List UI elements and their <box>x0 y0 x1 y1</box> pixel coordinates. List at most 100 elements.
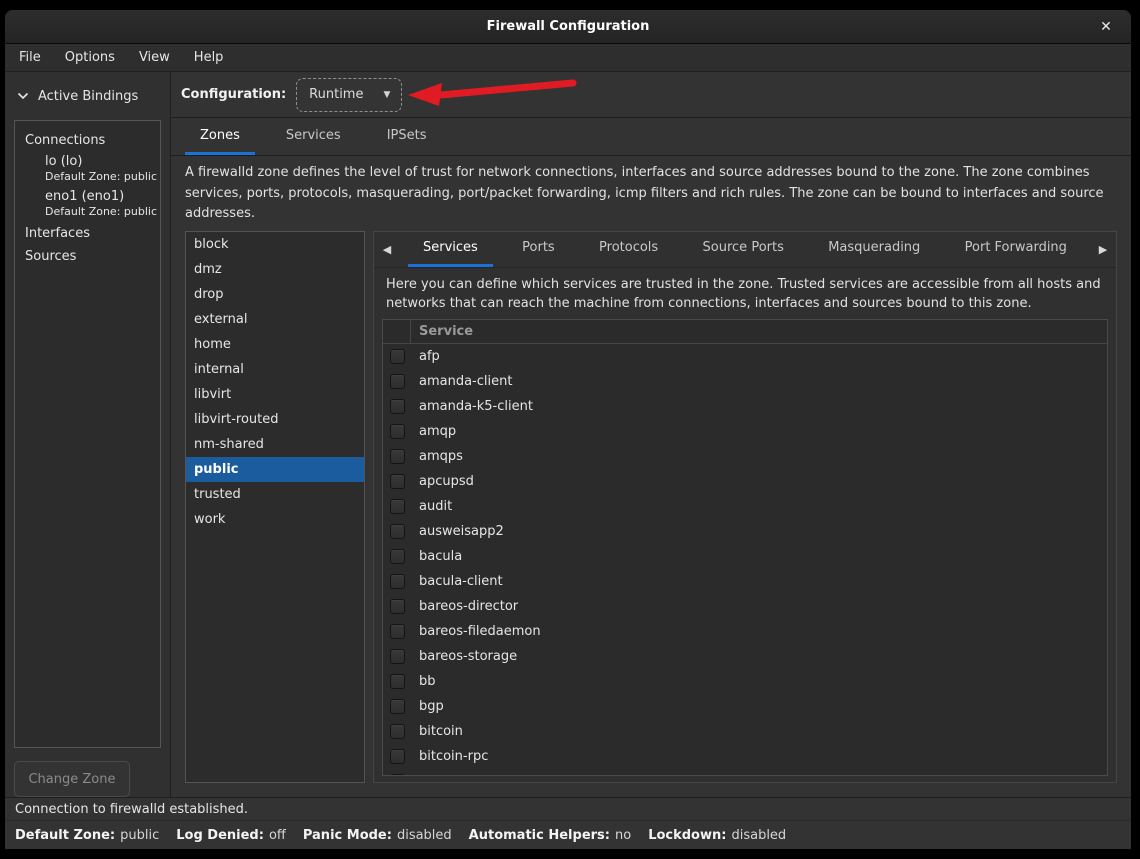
active-bindings-header[interactable]: Active Bindings <box>5 72 170 120</box>
menu-item[interactable]: View <box>127 44 182 71</box>
service-checkbox[interactable] <box>390 599 405 614</box>
status-value: public <box>120 828 159 843</box>
service-row[interactable]: afp <box>383 344 1107 369</box>
service-name: amqp <box>419 424 456 439</box>
zone-row[interactable]: libvirt-routed <box>186 407 364 432</box>
zone-row[interactable]: external <box>186 307 364 332</box>
service-row[interactable]: bareos-filedaemon <box>383 619 1107 644</box>
tab-scroll-left-icon[interactable]: ◀ <box>374 232 400 267</box>
configuration-row: Configuration: Runtime ▼ <box>171 72 1131 118</box>
zone-row[interactable]: block <box>186 232 364 257</box>
window-title: Firewall Configuration <box>487 19 650 34</box>
zones-content: blockdmzdropexternalhomeinternallibvirtl… <box>171 231 1131 797</box>
service-checkbox[interactable] <box>390 549 405 564</box>
status-pair: Default Zone: public <box>15 828 159 843</box>
zone-row[interactable]: internal <box>186 357 364 382</box>
service-checkbox[interactable] <box>390 524 405 539</box>
service-row[interactable]: bgp <box>383 694 1107 719</box>
service-checkbox[interactable] <box>390 399 405 414</box>
zone-detail-tab[interactable]: Masquerading <box>813 232 935 267</box>
status-message-bar: Connection to firewalld established. <box>5 797 1131 820</box>
service-row[interactable]: bb <box>383 669 1107 694</box>
red-arrow-annotation <box>401 72 581 118</box>
service-row[interactable]: bitcoin-rpc <box>383 744 1107 769</box>
service-checkbox[interactable] <box>390 649 405 664</box>
zone-detail-tab[interactable]: Ports <box>507 232 570 267</box>
zone-description: A firewalld zone defines the level of tr… <box>171 156 1131 231</box>
service-checkbox[interactable] <box>390 349 405 364</box>
service-row[interactable]: apcupsd <box>383 469 1107 494</box>
menu-item[interactable]: Help <box>182 44 236 71</box>
tree-item-sources[interactable]: Sources <box>15 245 160 268</box>
service-name: bareos-director <box>419 599 518 614</box>
service-checkbox[interactable] <box>390 724 405 739</box>
zone-row[interactable]: trusted <box>186 482 364 507</box>
service-name: amqps <box>419 449 463 464</box>
service-checkbox[interactable] <box>390 674 405 689</box>
zone-row[interactable]: nm-shared <box>186 432 364 457</box>
service-checkbox[interactable] <box>390 774 405 776</box>
close-icon[interactable]: ✕ <box>1097 18 1115 36</box>
service-row[interactable]: amanda-k5-client <box>383 394 1107 419</box>
connection-item[interactable]: lo (lo) Default Zone: public <box>15 152 160 187</box>
service-name: amanda-client <box>419 374 512 389</box>
service-row[interactable]: amanda-client <box>383 369 1107 394</box>
zone-row[interactable]: libvirt <box>186 382 364 407</box>
service-row[interactable]: bacula <box>383 544 1107 569</box>
main-tab[interactable]: Services <box>271 118 356 155</box>
service-checkbox[interactable] <box>390 374 405 389</box>
configuration-dropdown[interactable]: Runtime ▼ <box>296 78 402 112</box>
service-checkbox[interactable] <box>390 474 405 489</box>
service-row[interactable]: bitcoin <box>383 719 1107 744</box>
zone-row[interactable]: home <box>186 332 364 357</box>
dropdown-caret-icon: ▼ <box>383 90 390 100</box>
connection-item[interactable]: eno1 (eno1) Default Zone: public <box>15 187 160 222</box>
zone-detail-tab[interactable]: Port Forwarding <box>950 232 1082 267</box>
status-label: Log Denied: <box>176 828 264 843</box>
tab-scroll-right-icon[interactable]: ▶ <box>1090 232 1116 267</box>
service-checkbox[interactable] <box>390 499 405 514</box>
zone-detail-tab[interactable]: Protocols <box>584 232 673 267</box>
menu-item[interactable]: File <box>7 44 53 71</box>
menu-item[interactable]: Options <box>53 44 127 71</box>
zone-row[interactable]: dmz <box>186 257 364 282</box>
service-row[interactable]: ausweisapp2 <box>383 519 1107 544</box>
service-row[interactable]: amqps <box>383 444 1107 469</box>
service-row[interactable]: bareos-director <box>383 594 1107 619</box>
tree-item-connections[interactable]: Connections <box>15 129 160 152</box>
connection-name: lo (lo) <box>45 154 160 169</box>
service-table-header: Service <box>383 320 1107 344</box>
zone-detail-tab[interactable]: Services <box>408 232 493 267</box>
status-label: Lockdown: <box>648 828 726 843</box>
zone-detail-tabbar: ◀ Services Ports Protocols Source Ports Masq… <box>374 232 1116 268</box>
service-checkbox[interactable] <box>390 699 405 714</box>
service-row[interactable]: audit <box>383 494 1107 519</box>
service-row[interactable]: bareos-storage <box>383 644 1107 669</box>
zone-detail-panel: ◀ Services Ports Protocols Source Ports Masq… <box>373 231 1117 783</box>
change-zone-button[interactable]: Change Zone <box>14 761 130 797</box>
configuration-value: Runtime <box>309 87 363 102</box>
zone-row[interactable]: drop <box>186 282 364 307</box>
service-checkbox[interactable] <box>390 574 405 589</box>
service-name: afp <box>419 349 440 364</box>
service-checkbox[interactable] <box>390 749 405 764</box>
service-name: bitcoin <box>419 724 463 739</box>
main-tab[interactable]: IPSets <box>372 118 442 155</box>
chevron-down-icon <box>17 92 29 100</box>
status-pair: Log Denied:off <box>176 828 286 843</box>
zone-list: blockdmzdropexternalhomeinternallibvirtl… <box>185 231 365 783</box>
service-checkbox[interactable] <box>390 449 405 464</box>
zone-detail-tab[interactable]: Source Ports <box>688 232 799 267</box>
zone-row[interactable]: work <box>186 507 364 532</box>
tree-item-interfaces[interactable]: Interfaces <box>15 222 160 245</box>
zone-row[interactable]: public <box>186 457 364 482</box>
service-row[interactable]: bacula-client <box>383 569 1107 594</box>
main-tab[interactable]: Zones <box>185 118 255 155</box>
main-area: Configuration: Runtime ▼ Zones Services IP… <box>171 72 1131 797</box>
service-column-header[interactable]: Service <box>411 320 1107 343</box>
service-checkbox[interactable] <box>390 424 405 439</box>
service-row-partial[interactable] <box>383 769 1107 776</box>
status-label: Default Zone: <box>15 828 115 843</box>
service-row[interactable]: amqp <box>383 419 1107 444</box>
service-checkbox[interactable] <box>390 624 405 639</box>
